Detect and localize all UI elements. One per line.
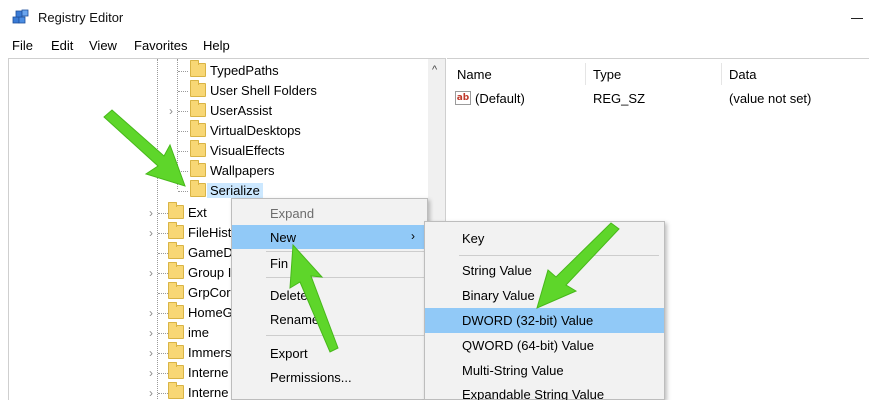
menu-item-label: Binary Value [462,288,535,303]
folder-icon [190,100,206,117]
value-data: (value not set) [729,91,812,106]
menu-item-label: New [270,230,297,245]
tree-item-label: GrpCor [188,285,231,300]
window-title: Registry Editor [38,10,124,25]
folder-icon [190,140,206,157]
column-header-type[interactable]: Type [593,67,621,82]
menu-item-rename[interactable]: Rename [232,307,427,331]
folder-icon [168,302,184,319]
folder-icon [190,120,206,137]
tree-item-label: Interne [188,385,229,400]
tree-item-label: VisualEffects [210,143,285,158]
menu-view[interactable]: View [89,38,117,53]
menu-item-label: Fin [270,256,289,271]
registry-editor-icon [12,9,29,24]
menu-item-export[interactable]: Export [232,341,427,365]
menu-separator [266,335,424,336]
folder-icon [190,180,206,197]
folder-icon [168,242,184,259]
tree-item-label: Group I [188,265,232,280]
folder-icon [168,382,184,399]
menu-item-label: Multi-String Value [462,363,564,378]
tree-item-label: ime [188,325,209,340]
folder-icon [168,202,184,219]
menu-item-label: Expandable String Value [462,387,605,400]
minimize-button[interactable] [845,6,869,26]
string-value-icon: ab [455,91,471,105]
menu-item-new[interactable]: New › [232,225,427,249]
submenu-item-multi-string-value[interactable]: Multi-String Value [425,358,664,383]
tree-item-virtualdesktops[interactable]: VirtualDesktops [9,120,427,141]
value-type: REG_SZ [593,91,646,106]
menu-item-label: Key [462,231,485,246]
submenu-item-key[interactable]: Key [425,226,664,251]
tree-item-label: HomeG [188,305,233,320]
menu-favorites[interactable]: Favorites [134,38,187,53]
menu-item-label: Delete [270,288,308,303]
context-menu: Expand New › Fin Delete Rename Export Pe… [231,198,428,400]
tree-item-typedpaths[interactable]: TypedPaths [9,60,427,81]
menu-file[interactable]: File [12,38,33,53]
tree-item-label: GameD [188,245,233,260]
folder-icon [168,322,184,339]
menu-separator [459,255,659,256]
menu-item-label: QWORD (64-bit) Value [462,338,594,353]
menu-edit[interactable]: Edit [51,38,73,53]
folder-icon [168,282,184,299]
submenu-item-binary-value[interactable]: Binary Value [425,283,664,308]
tree-item-label: User Shell Folders [210,83,317,98]
folder-icon [168,342,184,359]
new-submenu: Key String Value Binary Value DWORD (32-… [424,221,665,400]
folder-icon [168,262,184,279]
title-bar: Registry Editor [0,0,869,36]
value-name: (Default) [475,91,525,106]
scroll-up-icon[interactable]: ^ [432,64,437,76]
folder-icon [168,222,184,239]
submenu-item-expandable-string-value[interactable]: Expandable String Value [425,382,664,400]
menu-separator [266,277,424,278]
menu-item-expand[interactable]: Expand [232,201,427,225]
tree-item-label: TypedPaths [210,63,279,78]
tree-item-label: Ext [188,205,207,220]
folder-icon [190,60,206,77]
column-divider[interactable] [585,63,586,85]
menu-item-label: String Value [462,263,532,278]
tree-item-label: Immers [188,345,232,360]
tree-item-userassist[interactable]: › UserAssist [9,100,427,121]
value-row[interactable]: ab (Default) REG_SZ (value not set) [447,89,869,109]
submenu-item-string-value[interactable]: String Value [425,258,664,283]
column-divider[interactable] [721,63,722,85]
column-header-data[interactable]: Data [729,67,756,82]
chevron-right-icon: › [411,229,415,243]
menu-bar: File Edit View Favorites Help [0,36,869,58]
folder-icon [190,80,206,97]
tree-item-wallpapers[interactable]: Wallpapers [9,160,427,181]
menu-item-find[interactable]: Fin [232,251,427,275]
tree-item-label: UserAssist [210,103,273,118]
menu-item-label: Export [270,346,308,361]
submenu-item-qword-value[interactable]: QWORD (64-bit) Value [425,333,664,358]
tree-item-user-shell-folders[interactable]: User Shell Folders [9,80,427,101]
menu-item-label: DWORD (32-bit) Value [462,313,594,328]
tree-item-visualeffects[interactable]: › VisualEffects [9,140,427,161]
submenu-item-dword-value[interactable]: DWORD (32-bit) Value [425,308,664,333]
column-header-name[interactable]: Name [457,67,492,82]
tree-item-label: Wallpapers [210,163,275,178]
tree-item-label: Serialize [207,183,263,198]
folder-icon [190,160,206,177]
menu-item-delete[interactable]: Delete [232,283,427,307]
folder-icon [168,362,184,379]
menu-help[interactable]: Help [203,38,230,53]
tree-item-label: FileHist [188,225,232,240]
menu-item-permissions[interactable]: Permissions... [232,365,427,389]
menu-item-label: Rename [270,312,320,327]
tree-item-label: Interne [188,365,229,380]
menu-item-label: Expand [270,206,315,221]
menu-item-label: Permissions... [270,370,352,385]
tree-item-label: VirtualDesktops [210,123,301,138]
